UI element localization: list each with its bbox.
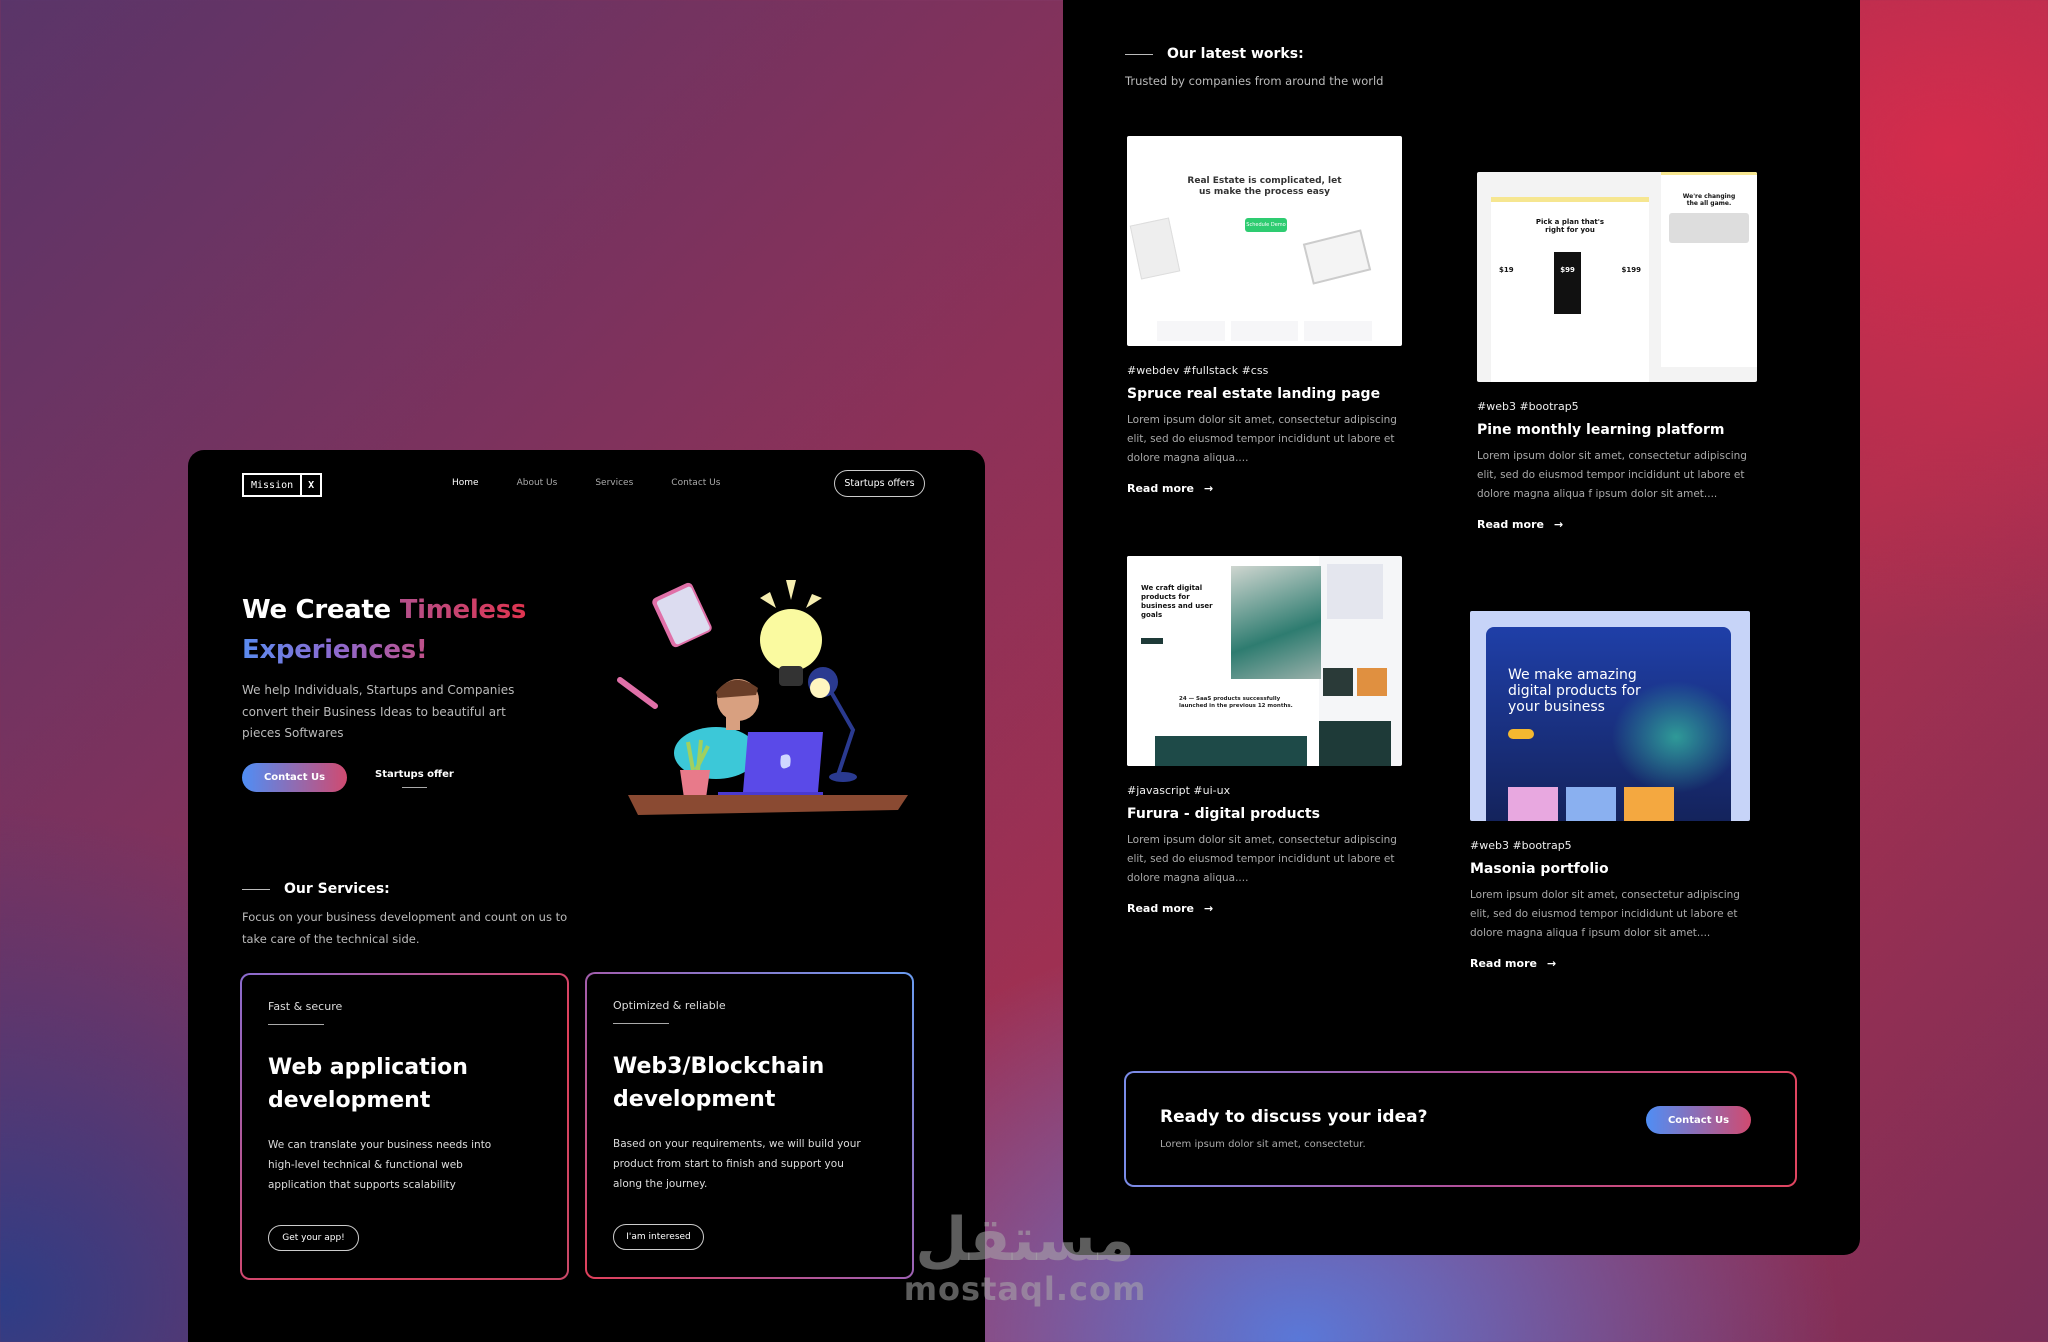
- divider: [1125, 53, 1153, 55]
- card-tag: Optimized & reliable: [613, 999, 726, 1024]
- desk: [628, 795, 908, 815]
- work-description: Lorem ipsum dolor sit amet, consectetur …: [1127, 834, 1397, 884]
- work-description: Lorem ipsum dolor sit amet, consectetur …: [1470, 889, 1740, 939]
- card-tag: Fast & secure: [268, 1000, 342, 1025]
- works-subtitle: Trusted by companies from around the wor…: [1125, 74, 1384, 88]
- work-description: Lorem ipsum dolor sit amet, consectetur …: [1477, 450, 1747, 500]
- thumb-headline: We craft digital products for business a…: [1141, 584, 1213, 619]
- pencil-icon: [617, 677, 658, 709]
- work-tags: #webdev #fullstack #css: [1127, 364, 1269, 377]
- read-more-label: Read more: [1470, 957, 1537, 970]
- hero-title-highlight-2: Experiences!: [242, 635, 428, 665]
- read-more-label: Read more: [1127, 482, 1194, 495]
- thumb-doc: [1129, 217, 1181, 280]
- thumb-side-headline: We're changing the all game.: [1682, 193, 1736, 207]
- nav-home[interactable]: Home: [452, 478, 479, 488]
- price-basic: $19: [1499, 266, 1514, 274]
- work-item-furura: We craft digital products for business a…: [1127, 556, 1417, 915]
- notepad-icon: [652, 582, 712, 648]
- works-heading-text: Our latest works:: [1167, 46, 1304, 62]
- work-item-pine: Pick a plan that's right for you $19 $99…: [1477, 172, 1767, 531]
- watermark: مستقل mostaql.com: [900, 1210, 1150, 1308]
- startups-offer-link[interactable]: Startups offer: [375, 769, 454, 788]
- card-description: Based on your requirements, we will buil…: [613, 1138, 861, 1190]
- work-thumbnail[interactable]: Pick a plan that's right for you $19 $99…: [1477, 172, 1757, 382]
- hero-title-text: We Create: [242, 595, 400, 625]
- portfolio-page-preview: Our latest works: Trusted by companies f…: [1063, 0, 1860, 1255]
- arrow-right-icon: →: [1203, 902, 1214, 915]
- main-nav: Home About Us Services Contact Us: [452, 478, 758, 488]
- arrow-right-icon: →: [1203, 482, 1214, 495]
- work-tags: #web3 #bootrap5: [1477, 400, 1579, 413]
- services-heading: Our Services:: [242, 881, 390, 897]
- read-more-link[interactable]: Read more →: [1127, 902, 1417, 915]
- read-more-label: Read more: [1127, 902, 1194, 915]
- work-tags: #web3 #bootrap5: [1470, 839, 1572, 852]
- thumb-pricing-page: Pick a plan that's right for you $19 $99…: [1491, 197, 1649, 382]
- lightbulb-icon: [760, 580, 822, 686]
- arrow-right-icon: →: [1553, 518, 1564, 531]
- cta-banner: Ready to discuss your idea? Lorem ipsum …: [1124, 1071, 1797, 1187]
- work-description: Lorem ipsum dolor sit amet, consectetur …: [1127, 414, 1397, 464]
- thumb-headline: Pick a plan that's right for you: [1535, 218, 1605, 234]
- works-heading: Our latest works:: [1125, 46, 1304, 62]
- work-title: Pine monthly learning platform: [1477, 422, 1725, 438]
- thumb-photo: [1231, 566, 1321, 679]
- services-subtitle: Focus on your business development and c…: [242, 910, 568, 946]
- work-thumbnail[interactable]: Real Estate is complicated, let us make …: [1127, 136, 1402, 346]
- divider: [242, 888, 270, 890]
- thumb-hero: We make amazing digital products for you…: [1486, 627, 1731, 821]
- landing-page-preview: Mission X Home About Us Services Contact…: [188, 450, 985, 1342]
- thumb-headline: Real Estate is complicated, let us make …: [1187, 176, 1342, 197]
- thumb-button: Schedule Demo: [1245, 218, 1287, 232]
- price-pro: $99: [1554, 252, 1581, 314]
- cta-contact-us-button[interactable]: Contact Us: [1646, 1106, 1751, 1134]
- contact-us-button[interactable]: Contact Us: [242, 763, 347, 792]
- nav-services[interactable]: Services: [595, 478, 633, 488]
- work-title: Furura - digital products: [1127, 806, 1320, 822]
- watermark-latin: mostaql.com: [903, 1270, 1147, 1308]
- thumb-side-page: We're changing the all game.: [1661, 172, 1757, 367]
- cta-subtitle: Lorem ipsum dolor sit amet, consectetur.: [1160, 1139, 1366, 1150]
- cta-title: Ready to discuss your idea?: [1160, 1107, 1428, 1127]
- work-thumbnail[interactable]: We craft digital products for business a…: [1127, 556, 1402, 766]
- im-interested-button[interactable]: I'am interesed: [613, 1224, 704, 1250]
- hero-title-highlight: Timeless: [399, 595, 527, 625]
- logo-mark: X: [300, 475, 320, 495]
- hero-title: We Create Timeless Experiences!: [242, 590, 526, 670]
- hero-illustration: [617, 580, 908, 815]
- thumb-headline: We make amazing digital products for you…: [1508, 667, 1641, 715]
- logo-text: Mission: [251, 479, 294, 491]
- nav-contact[interactable]: Contact Us: [671, 478, 720, 488]
- logo[interactable]: Mission X: [242, 473, 323, 497]
- nav-about[interactable]: About Us: [517, 478, 558, 488]
- work-item-spruce: Real Estate is complicated, let us make …: [1127, 136, 1417, 495]
- work-thumbnail[interactable]: We make amazing digital products for you…: [1470, 611, 1750, 821]
- card-description: We can translate your business needs int…: [268, 1139, 492, 1191]
- work-title: Masonia portfolio: [1470, 861, 1609, 877]
- work-tags: #javascript #ui-ux: [1127, 784, 1231, 797]
- services-heading-text: Our Services:: [284, 881, 390, 897]
- thumb-tablet: [1302, 229, 1372, 285]
- thumb-stat: 24 — SaaS products successfully launched…: [1179, 696, 1293, 709]
- read-more-link[interactable]: Read more →: [1470, 957, 1760, 970]
- read-more-link[interactable]: Read more →: [1477, 518, 1767, 531]
- watermark-arabic: مستقل: [915, 1205, 1135, 1275]
- startups-offers-button[interactable]: Startups offers: [834, 470, 925, 497]
- read-more-link[interactable]: Read more →: [1127, 482, 1417, 495]
- work-item-masonia: We make amazing digital products for you…: [1470, 611, 1760, 970]
- service-card-web-app: Fast & secure Web application developmen…: [240, 973, 569, 1280]
- read-more-label: Read more: [1477, 518, 1544, 531]
- price-premium: $199: [1621, 266, 1641, 274]
- work-title: Spruce real estate landing page: [1127, 386, 1381, 402]
- card-title: Web3/Blockchain development: [613, 1054, 825, 1112]
- hero-subtitle: We help Individuals, Startups and Compan…: [242, 683, 515, 740]
- service-card-web3: Optimized & reliable Web3/Blockchain dev…: [585, 972, 914, 1279]
- arrow-right-icon: →: [1546, 957, 1557, 970]
- get-your-app-button[interactable]: Get your app!: [268, 1225, 359, 1251]
- thumb-features: [1157, 321, 1373, 341]
- card-title: Web application development: [268, 1055, 468, 1113]
